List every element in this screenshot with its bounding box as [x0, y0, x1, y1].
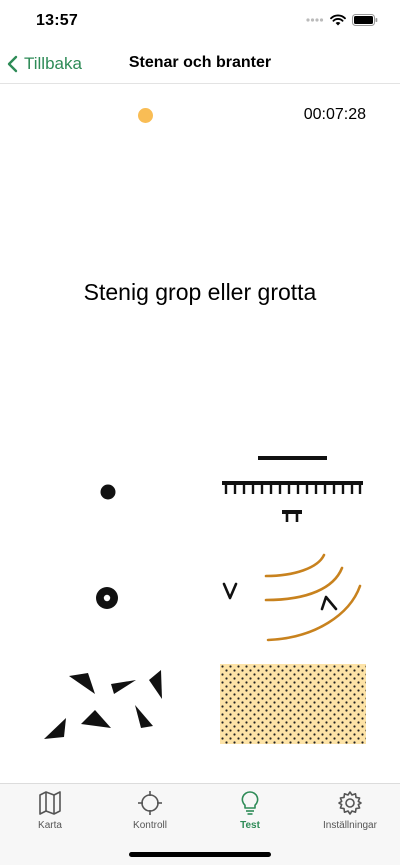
tab-kontroll[interactable]: Kontroll — [100, 790, 200, 831]
contour-symbol-icon — [222, 553, 362, 642]
signal-icon — [306, 18, 324, 22]
status-time: 13:57 — [36, 12, 78, 29]
tab-label: Inställningar — [323, 820, 377, 831]
crosshair-icon — [138, 791, 162, 815]
cliff-symbol-icon — [222, 456, 363, 522]
home-indicator — [129, 852, 271, 857]
boulder-field-symbol-icon — [44, 670, 162, 739]
page-title: Stenar och branter — [128, 54, 272, 71]
answer-option-stony-ground[interactable] — [220, 664, 366, 744]
answer-option-ring[interactable] — [78, 568, 138, 628]
tab-installningar[interactable]: Inställningar — [300, 790, 400, 831]
tab-label: Kontroll — [133, 820, 167, 831]
answer-option-contours[interactable] — [218, 548, 368, 644]
status-icons — [306, 14, 378, 26]
answer-option-cliff[interactable] — [218, 452, 368, 528]
answer-option-boulder-field[interactable] — [38, 664, 168, 744]
battery-icon — [352, 14, 378, 26]
wifi-icon — [330, 14, 346, 26]
lightbulb-icon — [241, 791, 259, 815]
map-icon — [39, 791, 61, 815]
stony-ground-symbol-icon — [220, 664, 366, 744]
question-text: Stenig grop eller grotta — [83, 279, 317, 305]
tab-test[interactable]: Test — [200, 790, 300, 831]
stony-pit-symbol-icon — [96, 587, 118, 609]
tab-label: Karta — [38, 820, 62, 831]
boulder-symbol-icon — [100, 484, 116, 500]
timer: 00:07:28 — [303, 106, 366, 123]
nav-bar: Tillbaka Stenar och branter — [0, 44, 400, 84]
tab-karta[interactable]: Karta — [0, 790, 100, 831]
tab-label: Test — [240, 820, 260, 831]
progress-indicator-dot — [138, 108, 153, 123]
status-bar: 13:57 — [0, 0, 400, 44]
gear-icon — [338, 791, 362, 815]
answer-option-dot[interactable] — [78, 462, 138, 522]
